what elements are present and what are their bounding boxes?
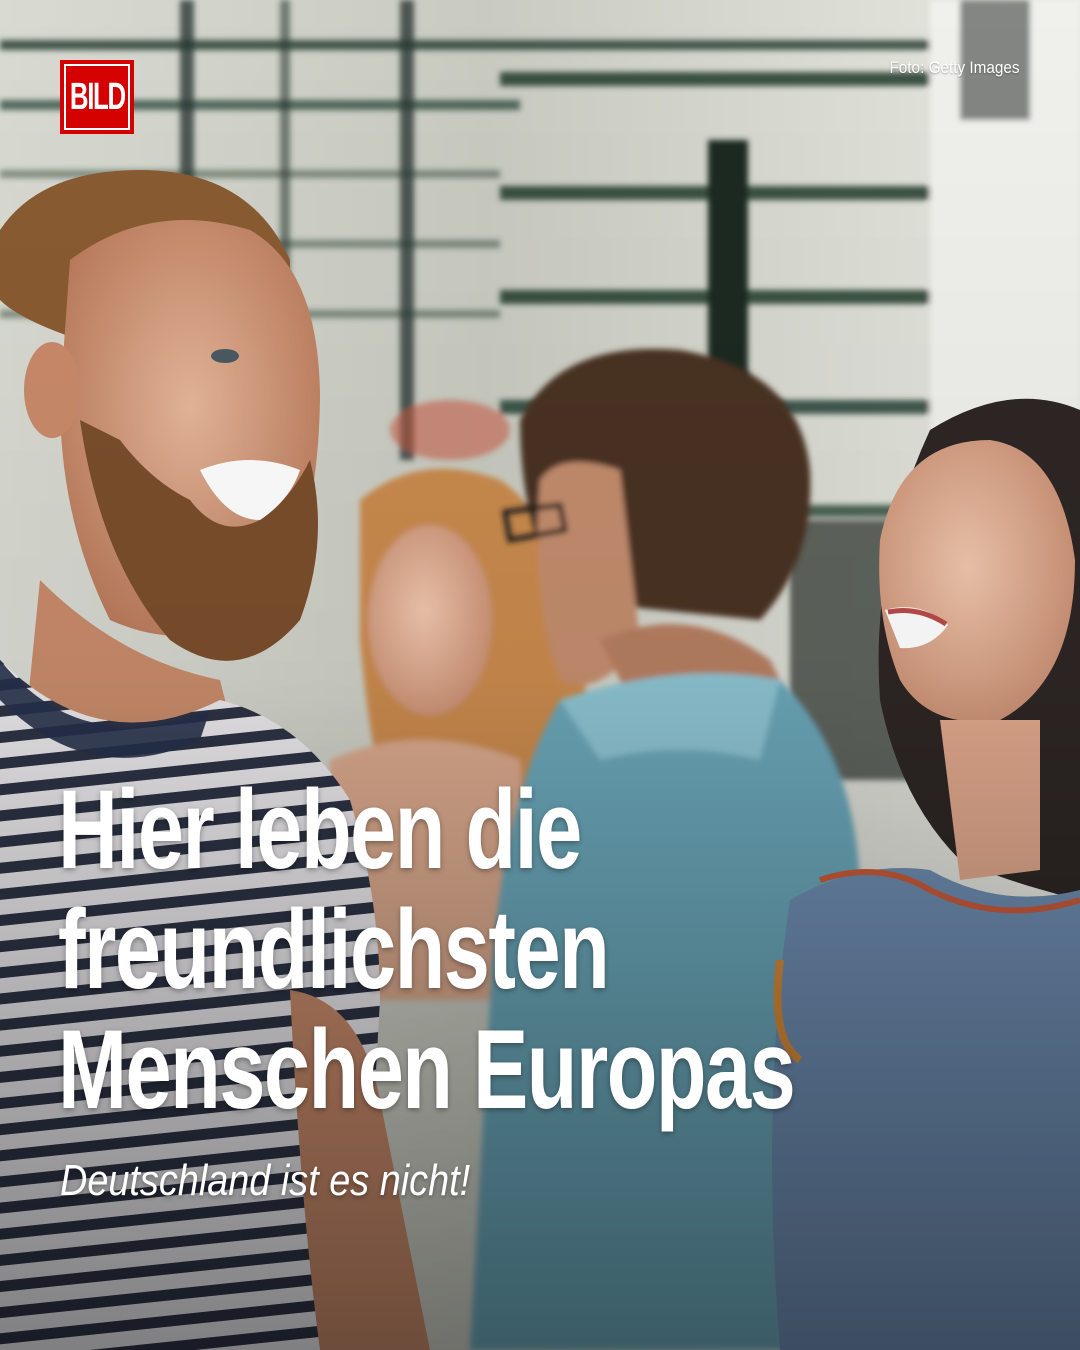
subheadline: Deutschland ist es nicht! [60, 1156, 471, 1205]
headline: Hier leben die freundlichsten Menschen E… [58, 767, 796, 1132]
headline-line-3: Menschen Europas [58, 1007, 796, 1132]
background-photo [0, 0, 1080, 1350]
photo-credit: Foto: Getty Images [889, 58, 1020, 77]
social-post-card: BILD Foto: Getty Images Hier leben die f… [0, 0, 1080, 1350]
headline-line-2: freundlichsten [58, 887, 610, 1012]
headline-line-1: Hier leben die [58, 767, 582, 892]
bild-logo: BILD [60, 60, 134, 134]
bild-logo-text: BILD [69, 76, 126, 118]
bild-logo-frame: BILD [64, 64, 130, 130]
